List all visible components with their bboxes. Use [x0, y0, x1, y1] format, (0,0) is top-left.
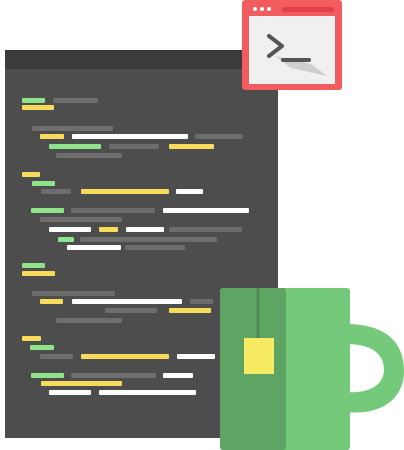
code-line [22, 105, 54, 110]
code-line [40, 217, 122, 222]
editor-title-bar [5, 50, 278, 69]
code-line [53, 98, 98, 103]
code-line [22, 263, 45, 268]
code-line [109, 144, 159, 149]
code-line [56, 153, 122, 158]
code-line [72, 299, 182, 304]
code-line [31, 373, 64, 378]
code-line [58, 237, 74, 242]
code-line [40, 299, 63, 304]
code-line [32, 126, 113, 131]
code-line [30, 345, 54, 350]
code-line [99, 227, 118, 232]
code-line [81, 189, 169, 194]
code-line [22, 271, 55, 276]
code-line [71, 208, 155, 213]
tea-mug-icon [220, 288, 404, 450]
code-line [99, 390, 196, 395]
code-line [176, 189, 203, 194]
code-line [49, 390, 91, 395]
code-line [126, 227, 164, 232]
code-line [32, 291, 115, 296]
code-line [105, 308, 157, 313]
code-line [56, 318, 122, 323]
code-line [41, 189, 71, 194]
tea-bag-tag-icon [244, 338, 274, 374]
code-line [169, 308, 211, 313]
code-line [49, 227, 91, 232]
code-line [22, 172, 40, 177]
code-line [22, 98, 45, 103]
code-line [31, 208, 64, 213]
code-line [163, 373, 193, 378]
code-line [177, 354, 215, 359]
window-dot [267, 7, 271, 11]
code-line [163, 208, 249, 213]
code-line [72, 134, 188, 139]
code-line [125, 245, 185, 250]
terminal-window-icon [242, 0, 342, 90]
code-line [40, 134, 64, 139]
code-line [71, 373, 156, 378]
code-line [40, 354, 73, 359]
prompt-chevron-icon [267, 34, 327, 76]
code-line [41, 381, 122, 386]
code-line [32, 181, 55, 186]
code-line [190, 299, 213, 304]
window-dot [253, 7, 257, 11]
code-line [80, 237, 217, 242]
code-line [49, 144, 101, 149]
code-line [81, 354, 169, 359]
code-line [67, 245, 121, 250]
code-line [169, 227, 242, 232]
window-dot [260, 7, 264, 11]
code-line [169, 144, 214, 149]
code-line [195, 134, 243, 139]
terminal-body [249, 16, 335, 84]
code-line [22, 336, 41, 341]
terminal-title-bar [282, 7, 334, 12]
